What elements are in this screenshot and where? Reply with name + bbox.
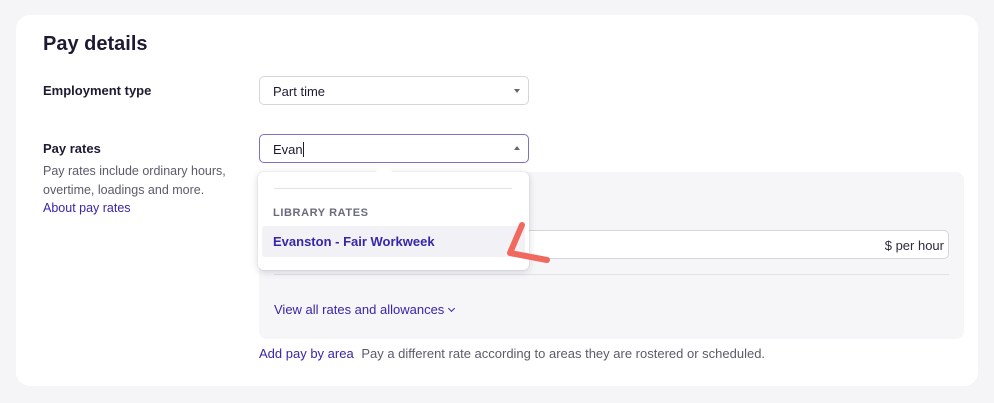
add-pay-by-area-row: Add pay by area Pay a different rate acc… [259, 346, 765, 361]
view-all-rates-label: View all rates and allowances [274, 302, 445, 317]
panel-divider [274, 274, 949, 275]
chevron-up-icon [514, 146, 520, 150]
add-pay-by-area-description: Pay a different rate according to areas … [361, 346, 766, 361]
annotation-stroke [507, 222, 550, 263]
view-all-rates-link[interactable]: View all rates and allowances [274, 302, 456, 317]
pay-rates-label: Pay rates [43, 141, 101, 156]
chevron-down-icon [448, 304, 456, 313]
pay-rates-search-input[interactable]: Evan [259, 134, 529, 163]
pay-details-card: Pay details Employment type Part time Pa… [16, 15, 978, 386]
pay-rates-search-value: Evan [273, 142, 303, 157]
dropdown-option[interactable]: Evanston - Fair Workweek [262, 226, 525, 257]
dropdown-group-label: LIBRARY RATES [273, 207, 369, 219]
chevron-down-icon [514, 89, 520, 93]
pay-rates-dropdown: LIBRARY RATES Evanston - Fair Workweek [258, 163, 529, 270]
employment-type-value: Part time [273, 84, 326, 99]
pay-rates-help: Pay rates include ordinary hours, overti… [43, 162, 228, 218]
pay-rates-help-text: Pay rates include ordinary hours, overti… [43, 164, 226, 197]
dropdown-separator [274, 188, 512, 189]
text-cursor [302, 142, 304, 157]
dropdown-notch [375, 163, 393, 181]
add-pay-by-area-link[interactable]: Add pay by area [259, 346, 354, 361]
rate-unit: $ per hour [884, 238, 944, 253]
annotation-arrow-mark [507, 222, 550, 263]
employment-type-label: Employment type [43, 83, 152, 98]
about-pay-rates-link[interactable]: About pay rates [43, 201, 131, 215]
pay-rate-amount-input[interactable]: $ per hour [519, 230, 949, 259]
page-title: Pay details [43, 33, 148, 55]
employment-type-select[interactable]: Part time [259, 76, 529, 105]
